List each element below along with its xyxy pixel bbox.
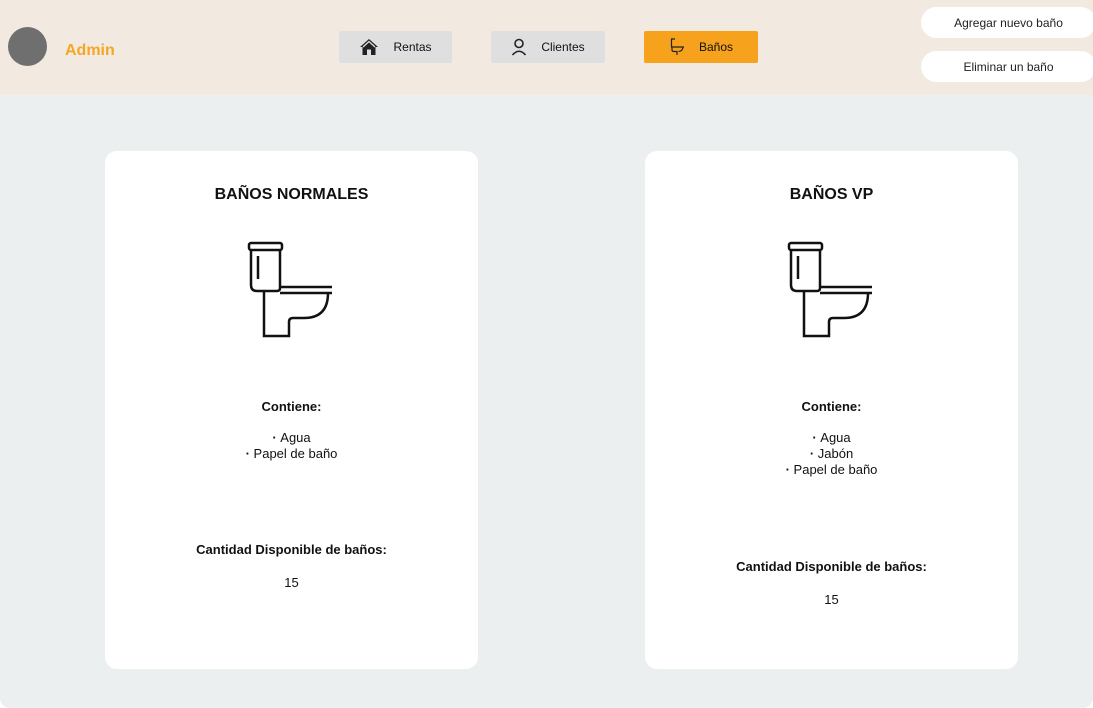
quantity-value: 15 (824, 592, 839, 607)
delete-bathroom-button[interactable]: Eliminar un baño (921, 51, 1093, 82)
card-title: BAÑOS VP (789, 186, 874, 203)
list-item: Agua (105, 430, 478, 446)
nav-rentas-button[interactable]: Rentas (339, 31, 452, 63)
contains-list: Agua Papel de baño (105, 430, 478, 462)
list-item: Papel de baño (645, 462, 1018, 478)
toilet-icon (669, 38, 685, 56)
quantity-label: Cantidad Disponible de baños: (736, 559, 927, 574)
home-icon (359, 38, 379, 56)
nav-rentas-label: Rentas (393, 40, 432, 54)
card-title: BAÑOS NORMALES (214, 186, 369, 203)
nav-clientes-button[interactable]: Clientes (491, 31, 605, 63)
admin-label: Admin (65, 42, 115, 59)
nav-banos-button[interactable]: Baños (644, 31, 758, 63)
add-bathroom-button[interactable]: Agregar nuevo baño (921, 7, 1093, 38)
contains-label: Contiene: (261, 399, 322, 414)
app-window: Admin Rentas Clientes Baños Agregar nuev… (0, 0, 1093, 708)
avatar[interactable] (8, 27, 47, 66)
contains-list: Agua Jabón Papel de baño (645, 430, 1018, 478)
nav-clientes-label: Clientes (541, 40, 585, 54)
list-item: Agua (645, 430, 1018, 446)
list-item: Jabón (645, 446, 1018, 462)
list-item: Papel de baño (105, 446, 478, 462)
card-banos-normales[interactable]: BAÑOS NORMALES Contiene: Agua Papel de b… (105, 151, 478, 669)
quantity-value: 15 (284, 575, 299, 590)
user-icon (511, 38, 527, 56)
toilet-icon (247, 241, 332, 338)
nav-banos-label: Baños (698, 40, 734, 54)
contains-label: Contiene: (801, 399, 862, 414)
card-banos-vp[interactable]: BAÑOS VP Contiene: Agua Jabón Papel de b… (645, 151, 1018, 669)
top-bar: Admin Rentas Clientes Baños Agregar nuev… (0, 0, 1093, 95)
toilet-icon (787, 241, 872, 338)
quantity-label: Cantidad Disponible de baños: (196, 542, 387, 557)
